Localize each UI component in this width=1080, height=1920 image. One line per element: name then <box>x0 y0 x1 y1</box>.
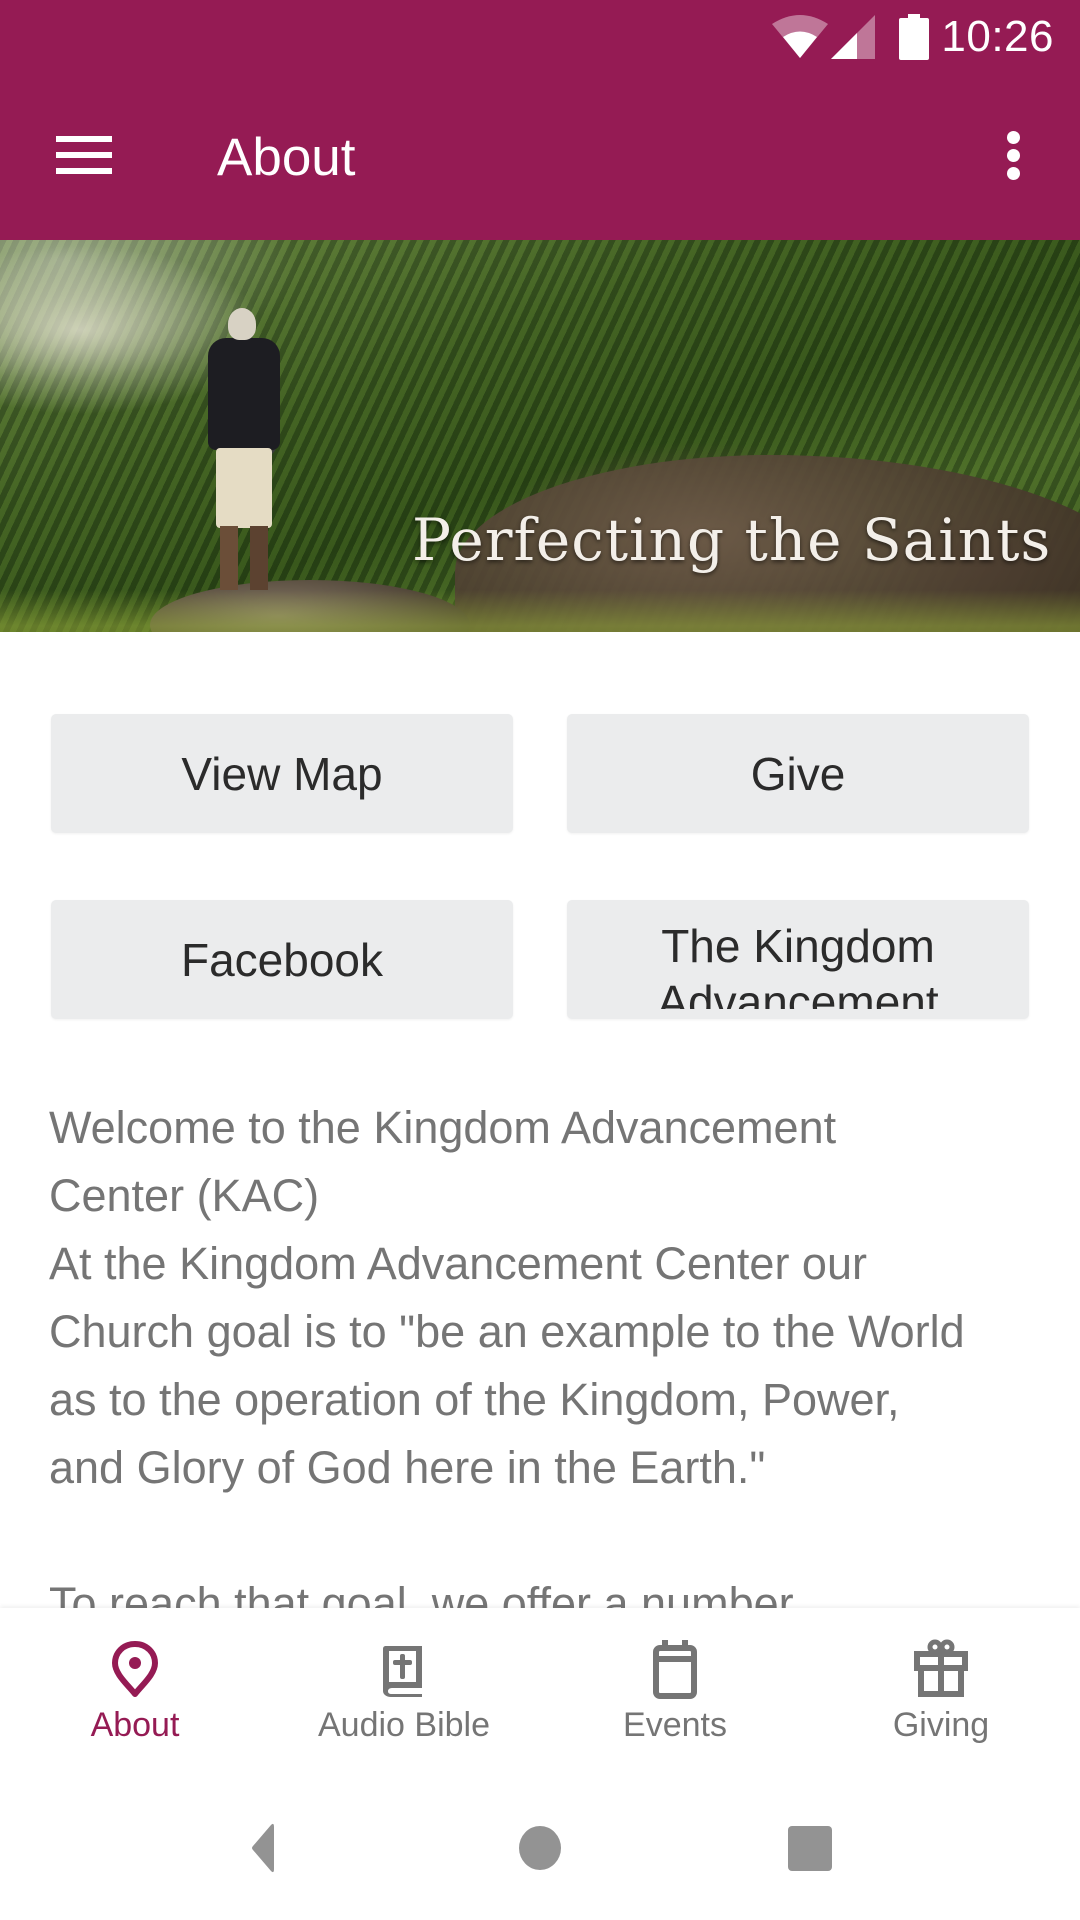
facebook-button[interactable]: Facebook <box>51 900 513 1019</box>
about-content[interactable]: Welcome to the Kingdom Advancement Cente… <box>0 1060 1080 1608</box>
cell-signal-icon <box>831 15 875 59</box>
wifi-icon <box>772 15 828 58</box>
about-description: Welcome to the Kingdom Advancement Cente… <box>49 1094 1039 1608</box>
text-line: Welcome to the Kingdom Advancement <box>49 1102 837 1153</box>
hiker-leg <box>250 526 268 590</box>
tab-giving[interactable]: Giving <box>806 1608 1076 1778</box>
page-title: About <box>217 128 356 187</box>
bottom-navigation: About Audio Bible Events Giving <box>0 1608 1080 1778</box>
tab-events[interactable]: Events <box>540 1608 810 1778</box>
grass-decoration <box>0 590 1080 632</box>
hiker-shorts <box>216 448 272 528</box>
more-vertical-dot <box>1007 167 1020 180</box>
overflow-menu-button[interactable] <box>984 116 1044 196</box>
tab-audio-bible[interactable]: Audio Bible <box>269 1608 539 1778</box>
tab-audio-bible-label: Audio Bible <box>317 1706 490 1744</box>
text-line: Center (KAC) <box>49 1170 320 1221</box>
hiker-figure <box>196 308 292 598</box>
more-vertical-dot <box>1007 149 1020 162</box>
give-button[interactable]: Give <box>567 714 1029 833</box>
tab-about[interactable]: About <box>0 1608 270 1778</box>
home-icon[interactable] <box>500 1818 580 1878</box>
bible-icon <box>383 1646 422 1697</box>
status-time: 10:26 <box>941 12 1054 61</box>
hamburger-menu-button[interactable] <box>36 116 132 196</box>
banner-tagline: Perfecting the Saints <box>412 506 1052 574</box>
text-line: Church goal is to "be an example to the … <box>49 1306 965 1357</box>
gift-icon <box>914 1639 968 1697</box>
recents-icon[interactable] <box>770 1818 850 1878</box>
text-line: At the Kingdom Advancement Center our <box>49 1238 867 1289</box>
hiker-body <box>208 338 280 450</box>
tab-events-label: Events <box>623 1706 727 1744</box>
app-bar: 10:26 About <box>0 0 1080 240</box>
tab-giving-label: Giving <box>892 1706 990 1744</box>
view-map-label: View Map <box>181 747 383 800</box>
hamburger-line <box>56 168 112 174</box>
more-vertical-icon <box>1007 131 1020 144</box>
status-bar: 10:26 <box>0 0 1080 76</box>
text-line: as to the operation of the Kingdom, Powe… <box>49 1374 900 1425</box>
give-label: Give <box>750 747 846 800</box>
tab-about-label: About <box>90 1706 180 1744</box>
hero-banner-image: Perfecting the Saints <box>0 240 1080 632</box>
text-line: To reach that goal, we offer a number <box>49 1578 794 1608</box>
location-pin-icon <box>112 1641 158 1697</box>
kingdom-advancement-button[interactable]: The Kingdom Advancement <box>567 900 1029 1019</box>
view-map-button[interactable]: View Map <box>51 714 513 833</box>
hamburger-line <box>56 152 112 158</box>
battery-icon <box>899 14 929 60</box>
system-navigation-bar <box>0 1778 1080 1920</box>
text-line: and Glory of God here in the Earth." <box>49 1442 766 1493</box>
kingdom-advancement-label: The Kingdom Advancement <box>657 920 939 1009</box>
hiker-leg <box>220 526 238 590</box>
hamburger-menu-icon <box>56 136 112 142</box>
hiker-head <box>228 308 256 340</box>
back-icon[interactable] <box>227 1818 307 1878</box>
calendar-icon <box>653 1640 697 1699</box>
facebook-label: Facebook <box>180 933 383 986</box>
